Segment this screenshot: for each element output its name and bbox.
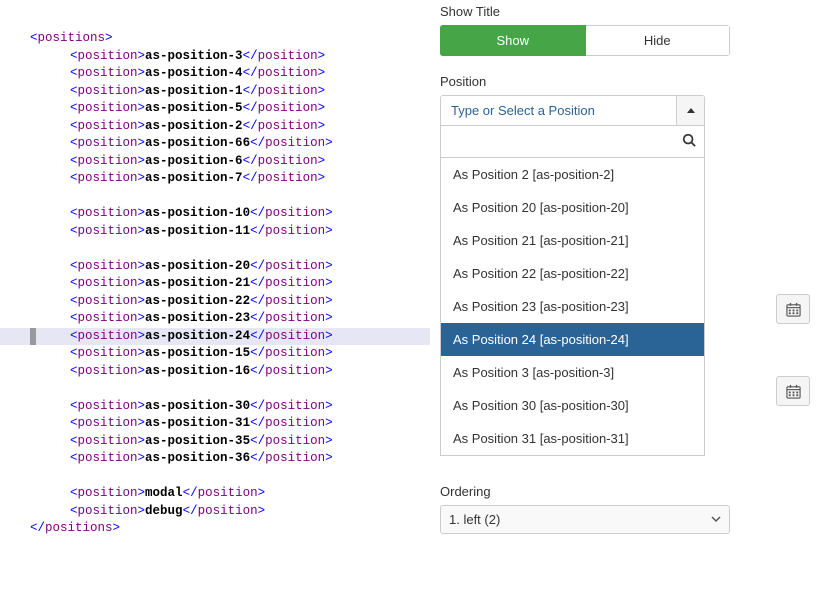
calendar-icon[interactable] xyxy=(776,294,810,324)
xml-position-line: <position>as-position-36</position> xyxy=(0,450,430,468)
position-combobox: Type or Select a Position As Position 2 … xyxy=(440,95,705,456)
ordering-select[interactable]: 1. left (2) xyxy=(440,505,730,534)
show-button[interactable]: Show xyxy=(440,25,586,56)
xml-position-line: <position>as-position-31</position> xyxy=(0,415,430,433)
xml-root-open: <positions> xyxy=(0,30,430,48)
xml-position-line: <position>as-position-5</position> xyxy=(0,100,430,118)
dropdown-option[interactable]: As Position 31 [as-position-31] xyxy=(441,422,704,455)
show-title-label: Show Title xyxy=(440,4,804,19)
xml-position-line: <position>as-position-11</position> xyxy=(0,223,430,241)
xml-position-line: <position>debug</position> xyxy=(0,503,430,521)
calendar-icon[interactable] xyxy=(776,376,810,406)
dropdown-option[interactable]: As Position 20 [as-position-20] xyxy=(441,191,704,224)
xml-position-line: <position>modal</position> xyxy=(0,485,430,503)
xml-position-line: <position>as-position-15</position> xyxy=(0,345,430,363)
position-search-row xyxy=(440,126,705,158)
xml-position-line: <position>as-position-4</position> xyxy=(0,65,430,83)
xml-position-line: <position>as-position-3</position> xyxy=(0,48,430,66)
show-title-toggle: Show Hide xyxy=(440,25,730,56)
caret-up-icon[interactable] xyxy=(676,96,704,125)
xml-position-line: <position>as-position-20</position> xyxy=(0,258,430,276)
position-search-input[interactable] xyxy=(449,132,682,151)
search-icon[interactable] xyxy=(682,133,696,150)
xml-position-line: <position>as-position-7</position> xyxy=(0,170,430,188)
xml-position-line: <position>as-position-35</position> xyxy=(0,433,430,451)
xml-position-line: <position>as-position-16</position> xyxy=(0,363,430,381)
xml-position-line: <position>as-position-24</position> xyxy=(0,328,430,346)
xml-position-line: <position>as-position-30</position> xyxy=(0,398,430,416)
ordering-value: 1. left (2) xyxy=(449,512,500,527)
dropdown-option[interactable]: As Position 24 [as-position-24] xyxy=(441,323,704,356)
dropdown-option[interactable]: As Position 30 [as-position-30] xyxy=(441,389,704,422)
xml-position-line: <position>as-position-22</position> xyxy=(0,293,430,311)
xml-position-line: <position>as-position-2</position> xyxy=(0,118,430,136)
ordering-label: Ordering xyxy=(440,484,804,499)
xml-position-line: <position>as-position-23</position> xyxy=(0,310,430,328)
xml-position-line: <position>as-position-1</position> xyxy=(0,83,430,101)
dropdown-option[interactable]: As Position 23 [as-position-23] xyxy=(441,290,704,323)
dropdown-option[interactable]: As Position 3 [as-position-3] xyxy=(441,356,704,389)
dropdown-option[interactable]: As Position 2 [as-position-2] xyxy=(441,158,704,191)
xml-position-line: <position>as-position-21</position> xyxy=(0,275,430,293)
xml-position-line: <position>as-position-10</position> xyxy=(0,205,430,223)
position-dropdown-list[interactable]: As Position 2 [as-position-2]As Position… xyxy=(440,158,705,456)
hide-button[interactable]: Hide xyxy=(586,25,731,56)
xml-code-panel: <positions><position>as-position-3</posi… xyxy=(0,0,430,597)
position-placeholder: Type or Select a Position xyxy=(441,96,676,125)
settings-panel: Show Title Show Hide Position Type or Se… xyxy=(430,0,834,597)
xml-root-close: </positions> xyxy=(0,520,430,538)
xml-position-line: <position>as-position-66</position> xyxy=(0,135,430,153)
dropdown-option[interactable]: As Position 21 [as-position-21] xyxy=(441,224,704,257)
chevron-down-icon xyxy=(711,512,721,527)
xml-position-line: <position>as-position-6</position> xyxy=(0,153,430,171)
position-label: Position xyxy=(440,74,804,89)
position-select-header[interactable]: Type or Select a Position xyxy=(440,95,705,126)
dropdown-option[interactable]: As Position 22 [as-position-22] xyxy=(441,257,704,290)
